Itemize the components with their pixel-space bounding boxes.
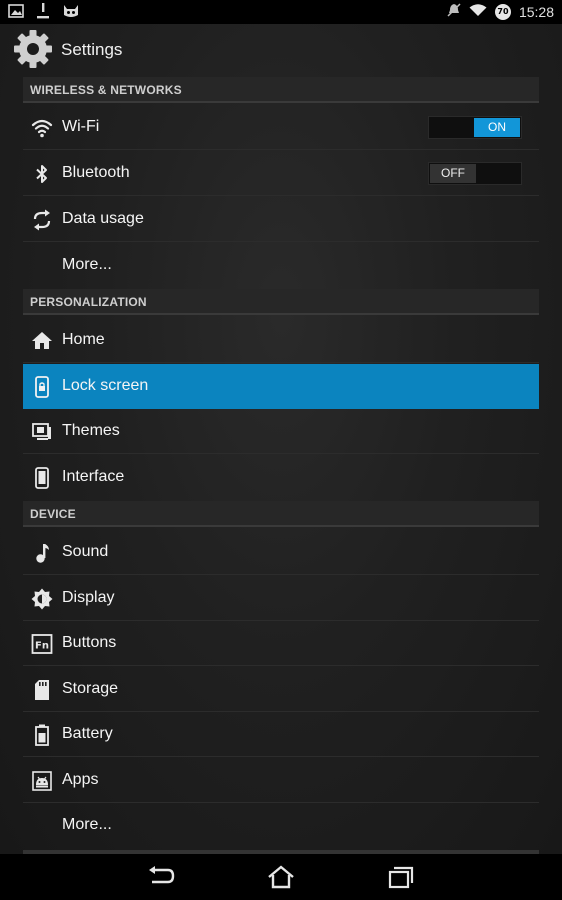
recent-apps-icon[interactable]: [386, 865, 416, 889]
settings-item-interface[interactable]: Interface: [23, 455, 539, 500]
data-usage-icon: [31, 209, 53, 231]
action-bar: Settings: [0, 24, 562, 76]
notifications-muted-icon: [447, 2, 461, 22]
android-cat-icon: [62, 3, 80, 24]
settings-item-home[interactable]: Home: [23, 318, 539, 363]
toggle-knob: ON: [474, 118, 520, 137]
settings-item-storage[interactable]: Storage: [23, 667, 539, 712]
wifi-icon: [31, 117, 53, 139]
item-label: Lock screen: [62, 377, 149, 394]
settings-item-more-wireless[interactable]: More...: [23, 243, 539, 288]
status-bar: 70 15:28: [0, 0, 562, 24]
item-label: Display: [62, 589, 115, 606]
download-icon: [36, 3, 50, 24]
music-note-icon: [31, 542, 53, 564]
display-brightness-icon: [31, 588, 53, 610]
bluetooth-toggle[interactable]: OFF: [428, 162, 522, 185]
settings-item-sound[interactable]: Sound: [23, 530, 539, 575]
item-label: Storage: [62, 680, 119, 697]
section-header-personalization: PERSONALIZATION: [23, 289, 539, 315]
page-title: Settings: [61, 40, 123, 59]
item-label: Apps: [62, 771, 99, 788]
item-label: Bluetooth: [62, 164, 130, 181]
item-label: More...: [62, 256, 112, 273]
sd-card-icon: [31, 679, 53, 701]
settings-item-themes[interactable]: Themes: [23, 409, 539, 454]
item-label: Buttons: [62, 634, 117, 651]
item-label: Themes: [62, 422, 120, 439]
clock: 15:28: [518, 4, 554, 20]
settings-item-bluetooth[interactable]: Bluetooth OFF: [23, 151, 539, 196]
item-label: Interface: [62, 468, 125, 485]
home-icon[interactable]: [266, 865, 296, 889]
android-apps-icon: [31, 770, 53, 792]
settings-item-display[interactable]: Display: [23, 576, 539, 621]
fn-buttons-icon: Fn: [31, 633, 53, 655]
item-label: Wi-Fi: [62, 118, 100, 135]
item-label: Sound: [62, 543, 109, 560]
settings-item-data-usage[interactable]: Data usage: [23, 197, 539, 242]
item-label: More...: [62, 816, 112, 833]
toggle-knob: OFF: [430, 164, 476, 183]
lock-screen-icon: [31, 376, 53, 398]
settings-item-more-device[interactable]: More...: [23, 803, 539, 848]
settings-item-battery[interactable]: Battery: [23, 712, 539, 757]
battery-icon: 70: [494, 4, 511, 20]
svg-text:Fn: Fn: [35, 641, 49, 652]
section-header-label: PERSONALIZATION: [30, 295, 147, 309]
home-icon: [31, 330, 53, 352]
image-notification-icon: [8, 4, 24, 23]
battery-icon: [31, 724, 53, 746]
wifi-toggle[interactable]: ON: [428, 116, 522, 139]
settings-item-apps[interactable]: Apps: [23, 758, 539, 803]
item-label: Battery: [62, 725, 113, 742]
item-label: Data usage: [62, 210, 144, 227]
settings-item-buttons[interactable]: Fn Buttons: [23, 621, 539, 666]
themes-icon: [31, 421, 53, 443]
section-header-label: DEVICE: [30, 507, 76, 521]
section-header-wireless: WIRELESS & NETWORKS: [23, 77, 539, 103]
gear-icon[interactable]: [12, 28, 54, 70]
navigation-bar: [0, 854, 562, 900]
section-header-device: DEVICE: [23, 501, 539, 527]
settings-item-lock-screen[interactable]: Lock screen: [23, 364, 539, 409]
section-header-label: WIRELESS & NETWORKS: [30, 83, 182, 97]
bluetooth-icon: [31, 163, 53, 185]
interface-icon: [31, 467, 53, 489]
back-icon[interactable]: [146, 865, 176, 889]
settings-item-wifi[interactable]: Wi-Fi ON: [23, 105, 539, 150]
item-label: Home: [62, 331, 105, 348]
wifi-signal-icon: [469, 3, 487, 22]
